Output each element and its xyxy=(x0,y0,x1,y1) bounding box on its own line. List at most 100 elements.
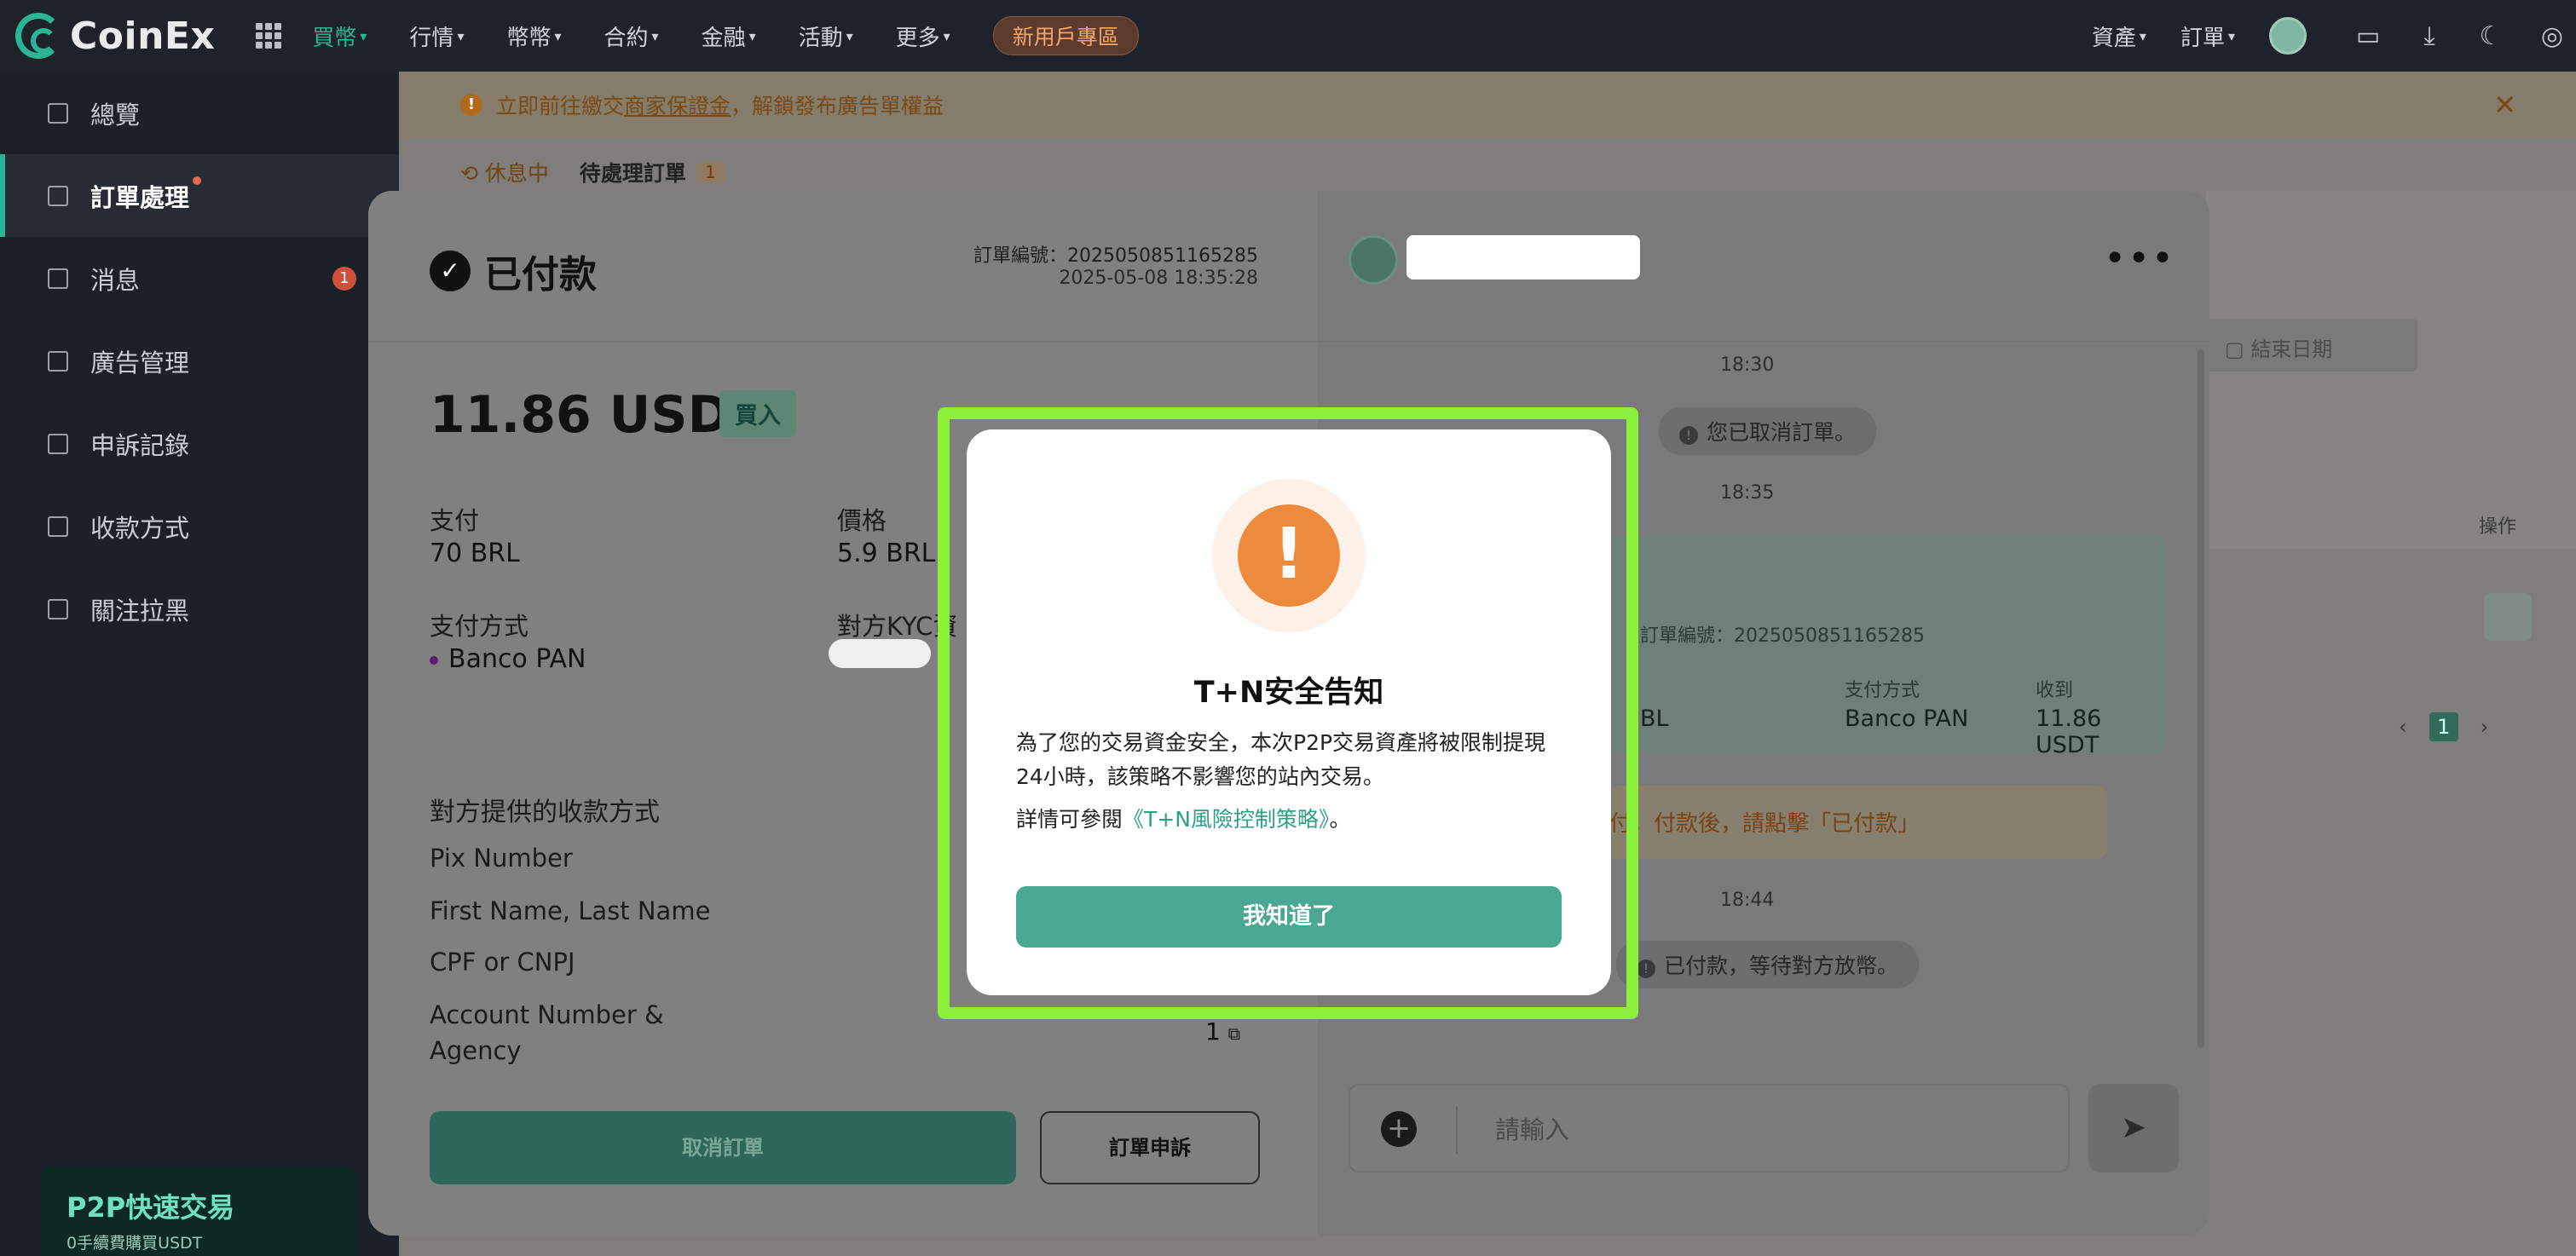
chevron-down-icon: ▾ xyxy=(846,27,853,44)
close-icon[interactable]: ✕ xyxy=(2493,89,2516,121)
pending-orders-tab[interactable]: 待處理訂單 xyxy=(580,157,686,187)
order-time: 2025-05-08 18:35:28 xyxy=(1059,268,1258,289)
nav-more[interactable]: 更多 ▾ xyxy=(896,16,950,55)
modal-title: T+N安全告知 xyxy=(1193,676,1384,710)
order-status-title: 已付款 xyxy=(484,253,597,297)
globe-icon[interactable]: ◎ xyxy=(2538,21,2566,51)
sidebar-item-ad-management[interactable]: 廣告管理 xyxy=(0,320,399,402)
wallet-icon xyxy=(48,516,68,537)
order-amount: 11.86 USDT xyxy=(430,385,765,445)
payment-method-value: Banco PAN xyxy=(430,644,586,674)
modal-detail-text: 詳情可參閱《T+N風險控制策略》。 xyxy=(1016,807,1351,832)
field-pix-number: Pix Number xyxy=(430,844,573,873)
field-cpf-cnpj: CPF or CNPJ xyxy=(430,948,575,977)
send-icon: ➤ xyxy=(2120,1110,2147,1145)
chat-scrollbar[interactable] xyxy=(2198,349,2204,1048)
coinex-logo-icon xyxy=(15,13,61,59)
chat-bubble-icon[interactable] xyxy=(2484,593,2532,641)
divider xyxy=(1318,341,2209,343)
nav-spot[interactable]: 幣幣 ▾ xyxy=(506,16,561,55)
chat-timestamp: 18:44 xyxy=(1720,890,1775,911)
block-icon xyxy=(48,598,68,619)
chevron-down-icon: ▾ xyxy=(651,27,659,44)
apps-grid-icon[interactable] xyxy=(256,23,282,49)
sidebar-item-order-processing[interactable]: 訂單處理 xyxy=(0,154,399,237)
field-agency: Agency xyxy=(430,1036,522,1065)
brand-name: CoinEx xyxy=(70,14,216,58)
nav-buy-crypto[interactable]: 買幣 ▾ xyxy=(312,16,367,55)
redacted-kyc-name xyxy=(829,639,931,668)
card-method-label: 支付方式 xyxy=(1845,680,1920,701)
new-user-zone-button[interactable]: 新用戶專區 xyxy=(992,16,1139,55)
card-order-number: 訂單編號：2025050851165285 xyxy=(1640,625,1925,647)
plus-icon[interactable]: + xyxy=(1381,1111,1417,1147)
chevron-down-icon: ▾ xyxy=(2139,27,2146,44)
chat-input-box: + xyxy=(1349,1084,2070,1172)
tn-security-modal: ! T+N安全告知 為了您的交易資金安全，本次P2P交易資產將被限制提現24小時… xyxy=(967,429,1611,995)
main-menu: 買幣 ▾ 行情 ▾ 幣幣 ▾ 合約 ▾ 金融 ▾ 活動 ▾ 更多 ▾ 新用戶專區 xyxy=(312,16,1139,55)
check-circle-icon: ✓ xyxy=(430,251,471,291)
p2p-quick-trade-banner[interactable]: P2P快速交易 0手續費購買USDT xyxy=(41,1167,356,1256)
coinex-logo[interactable]: CoinEx xyxy=(15,13,215,59)
sidebar-item-overview[interactable]: 總覽 xyxy=(0,72,399,154)
promo-subtitle: 0手續費購買USDT xyxy=(66,1234,203,1253)
nav-futures[interactable]: 合約 ▾ xyxy=(604,16,659,55)
top-nav-right: 資產 ▾ 訂單 ▾ ▭ ⤓ ☾ ◎ xyxy=(2092,0,2576,72)
appeal-icon xyxy=(48,433,68,454)
cancel-order-button[interactable]: 取消訂單 xyxy=(430,1111,1016,1184)
notification-dot xyxy=(193,176,201,185)
message-icon[interactable]: ▭ xyxy=(2354,21,2382,51)
pay-label: 支付 xyxy=(430,506,480,535)
exclamation-icon: ! xyxy=(1238,504,1340,607)
order-number: 訂單編號：2025050851165285 xyxy=(973,245,1258,267)
resting-status-toggle[interactable]: ⟲ 休息中 xyxy=(460,157,549,187)
chevron-down-icon: ▾ xyxy=(457,27,465,44)
copy-icon[interactable]: ⧉ xyxy=(1228,1023,1240,1044)
pay-value: 70 BRL xyxy=(430,539,520,568)
pagination: ‹ 1 › xyxy=(2399,712,2488,741)
order-appeal-button[interactable]: 訂單申訴 xyxy=(1040,1111,1260,1184)
payee-methods-title: 對方提供的收款方式 xyxy=(430,798,660,827)
acknowledge-button[interactable]: 我知道了 xyxy=(1016,886,1562,948)
download-icon[interactable]: ⤓ xyxy=(2416,21,2443,51)
dashboard-icon xyxy=(48,102,68,124)
sidebar-item-messages[interactable]: 消息 1 xyxy=(0,237,399,320)
send-button[interactable]: ➤ xyxy=(2088,1084,2179,1172)
chevron-down-icon: ▾ xyxy=(748,27,756,44)
warning-icon-ring: ! xyxy=(1212,479,1366,632)
nav-markets[interactable]: 行情 ▾ xyxy=(409,16,464,55)
card-pay-value: BL xyxy=(1640,706,1669,732)
chat-timestamp: 18:30 xyxy=(1720,354,1775,376)
sidebar-item-appeal-records[interactable]: 申訴記錄 xyxy=(0,402,399,485)
more-options-icon[interactable]: ••• xyxy=(2104,237,2175,280)
counterparty-avatar xyxy=(1349,235,1398,285)
end-date-field[interactable]: ▢ 結束日期 xyxy=(2204,319,2417,372)
field-name: First Name, Last Name xyxy=(430,896,711,925)
sidebar-item-follow-block[interactable]: 關注拉黑 xyxy=(0,568,399,650)
bell-icon xyxy=(48,268,68,289)
store-icon xyxy=(48,350,68,372)
promo-title: P2P快速交易 xyxy=(66,1191,235,1224)
chat-message-input[interactable] xyxy=(1495,1104,2007,1155)
current-page[interactable]: 1 xyxy=(2429,712,2458,741)
redacted-counterparty-name xyxy=(1406,235,1640,279)
divider xyxy=(368,341,1318,343)
nav-orders[interactable]: 訂單 ▾ xyxy=(2180,20,2235,52)
card-receive-label: 收到 xyxy=(2036,680,2074,701)
nav-activities[interactable]: 活動 ▾ xyxy=(799,16,853,55)
system-message-cancelled: ! 您已取消訂單。 xyxy=(1659,407,1877,455)
next-page-icon[interactable]: › xyxy=(2481,715,2489,739)
sidebar-item-payment-methods[interactable]: 收款方式 xyxy=(0,485,399,568)
pending-orders-count: 1 xyxy=(696,162,725,182)
nav-assets[interactable]: 資產 ▾ xyxy=(2092,20,2146,52)
prev-page-icon[interactable]: ‹ xyxy=(2399,715,2407,739)
dark-mode-icon[interactable]: ☾ xyxy=(2477,21,2504,51)
modal-body-text: 為了您的交易資金安全，本次P2P交易資產將被限制提現24小時，該策略不影響您的站… xyxy=(1016,730,1546,789)
merchant-deposit-link[interactable]: 商家保證金 xyxy=(624,89,731,120)
nav-finance[interactable]: 金融 ▾ xyxy=(702,16,756,55)
merchant-status-row: ⟲ 休息中 待處理訂單 1 xyxy=(460,157,725,187)
user-avatar[interactable] xyxy=(2269,17,2307,55)
risk-policy-link[interactable]: 《T+N風險控制策略》 xyxy=(1123,807,1329,832)
chat-timestamp: 18:35 xyxy=(1720,482,1775,504)
info-icon: ! xyxy=(1679,426,1698,445)
